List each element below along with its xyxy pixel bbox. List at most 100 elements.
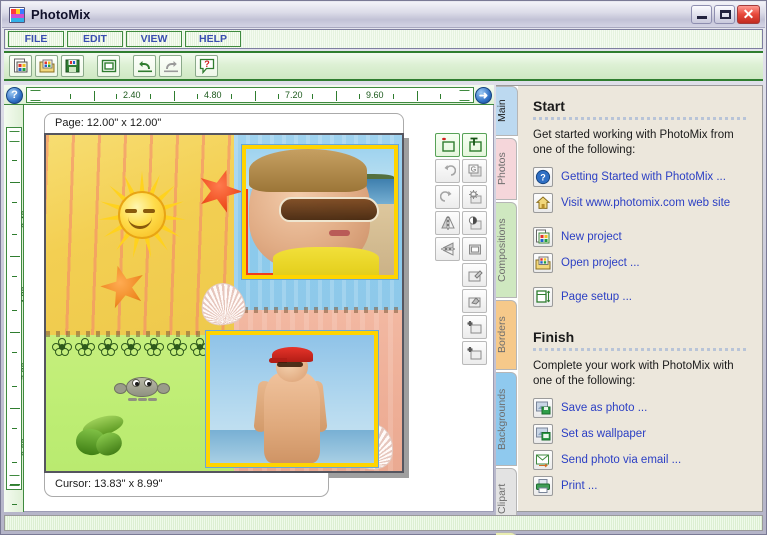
set-as-wallpaper-link[interactable]: Set as wallpaper [533, 424, 748, 444]
crab-clipart[interactable] [114, 371, 170, 403]
tab-compositions-label: Compositions [496, 218, 508, 282]
ruler-h-track[interactable]: 2.40 4.80 7.20 9.60 [26, 87, 474, 103]
close-button[interactable]: ✕ [737, 5, 760, 24]
panel-tab-strip: Main Photos Compositions Borders Backgro… [496, 86, 518, 511]
open-project-icon[interactable] [35, 55, 58, 77]
boy-with-red-cap-photo[interactable] [206, 331, 378, 467]
help-icon[interactable]: ? [195, 55, 218, 77]
cursor-position-label: Cursor: 13.83" x 8.99" [44, 473, 329, 497]
stitch-line [234, 307, 404, 313]
undo-icon[interactable] [133, 55, 156, 77]
border-icon[interactable] [462, 237, 487, 261]
tab-borders-label: Borders [496, 317, 508, 354]
horizontal-ruler: ? 2.40 4.80 7.20 9.60 ➜ [4, 85, 494, 105]
page-setup-label: Page setup ... [561, 291, 632, 303]
canvas-tool-column: G [435, 133, 487, 365]
finish-section-description: Complete your work with PhotoMix with on… [533, 359, 748, 389]
open-project-icon [533, 253, 553, 273]
print-link[interactable]: Print ... [533, 476, 748, 496]
ruler-help-button[interactable]: ? [5, 86, 24, 104]
start-section-title: Start [533, 98, 748, 114]
rotate-left-icon[interactable] [435, 159, 460, 183]
flip-vertical-icon[interactable] [435, 237, 460, 261]
new-project-label: New project [561, 231, 622, 243]
window-controls: ✕ [691, 5, 765, 24]
save-photo-icon [533, 398, 553, 418]
ruler-v-top-handle[interactable] [9, 131, 20, 142]
menu-help[interactable]: HELP [185, 31, 241, 47]
ruler-h-right-handle[interactable] [459, 90, 470, 101]
frog-clipart[interactable] [74, 413, 132, 459]
new-project-icon[interactable] [9, 55, 32, 77]
ruler-next-button[interactable]: ➜ [474, 86, 493, 104]
new-project-link[interactable]: New project [533, 227, 748, 247]
arrow-right-circle-icon[interactable]: ➜ [475, 87, 492, 104]
fill-icon[interactable] [462, 289, 487, 313]
brightness-icon[interactable] [462, 185, 487, 209]
tool-spacer [435, 315, 460, 339]
ruler-h-label-4: 9.60 [366, 90, 384, 100]
print-label: Print ... [561, 480, 597, 492]
tab-photos-label: Photos [496, 153, 508, 186]
add-photo-icon[interactable] [435, 133, 460, 157]
svg-text:?: ? [540, 172, 546, 182]
tab-photos[interactable]: Photos [496, 138, 517, 200]
email-icon [533, 450, 553, 470]
sun-clipart[interactable] [90, 163, 194, 267]
tab-main[interactable]: Main [496, 86, 518, 136]
section-divider [533, 348, 748, 351]
tool-spacer [435, 341, 460, 365]
section-divider [533, 117, 748, 120]
svg-text:?: ? [204, 59, 210, 69]
tab-backgrounds[interactable]: Backgrounds [496, 372, 517, 466]
contrast-icon[interactable] [462, 211, 487, 235]
redo-icon[interactable] [159, 55, 182, 77]
rotate-right-icon[interactable] [435, 185, 460, 209]
menu-bar: FILE EDIT VIEW HELP [4, 29, 763, 49]
tab-clipart-label: Clipart [496, 484, 508, 514]
collage-page[interactable] [44, 133, 404, 473]
grayscale-icon[interactable]: G [462, 159, 487, 183]
canvas-work-area[interactable]: Page: 12.00" x 12.00" [24, 105, 494, 512]
add-layer-icon[interactable] [462, 315, 487, 339]
photomix-window: PhotoMix ✕ FILE EDIT VIEW HELP [0, 0, 767, 535]
open-project-link[interactable]: Open project ... [533, 253, 748, 273]
getting-started-label: Getting Started with PhotoMix ... [561, 171, 726, 183]
tab-compositions[interactable]: Compositions [496, 202, 517, 298]
visit-website-label: Visit www.photomix.com web site [561, 197, 730, 209]
ruler-h-left-handle[interactable] [30, 90, 41, 101]
printer-icon [533, 476, 553, 496]
page-setup-icon[interactable] [97, 55, 120, 77]
flip-horizontal-icon[interactable] [435, 211, 460, 235]
send-photo-email-link[interactable]: Send photo via email ... [533, 450, 748, 470]
add-text-icon[interactable] [462, 133, 487, 157]
set-as-wallpaper-label: Set as wallpaper [561, 428, 646, 440]
maximize-button[interactable] [714, 5, 735, 24]
visit-website-link[interactable]: Visit www.photomix.com web site [533, 193, 748, 213]
tool-spacer [435, 263, 460, 287]
save-as-photo-link[interactable]: Save as photo ... [533, 398, 748, 418]
boy-with-sunglasses-photo[interactable] [242, 145, 398, 279]
page-setup-link[interactable]: Page setup ... [533, 287, 748, 307]
new-project-icon [533, 227, 553, 247]
home-icon [533, 193, 553, 213]
minimize-button[interactable] [691, 5, 712, 24]
flower-border-clipart[interactable] [52, 337, 222, 357]
help-circle-icon: ? [533, 167, 553, 187]
menu-view[interactable]: VIEW [126, 31, 182, 47]
save-project-icon[interactable] [61, 55, 84, 77]
open-project-label: Open project ... [561, 257, 640, 269]
help-circle-icon[interactable]: ? [6, 87, 23, 104]
ruler-v-track[interactable]: 2.40 4.80 7.20 9.60 [6, 127, 22, 490]
ruler-h-label-2: 4.80 [204, 90, 222, 100]
menu-edit[interactable]: EDIT [67, 31, 123, 47]
edit-photo-icon[interactable] [462, 263, 487, 287]
tab-borders[interactable]: Borders [496, 300, 517, 370]
tab-main-label: Main [496, 100, 508, 123]
menu-file[interactable]: FILE [8, 31, 64, 47]
tab-backgrounds-label: Backgrounds [496, 388, 508, 449]
add-element-icon[interactable] [462, 341, 487, 365]
svg-text:G: G [470, 167, 475, 174]
getting-started-link[interactable]: ? Getting Started with PhotoMix ... [533, 167, 748, 187]
ruler-h-label-3: 7.20 [285, 90, 303, 100]
